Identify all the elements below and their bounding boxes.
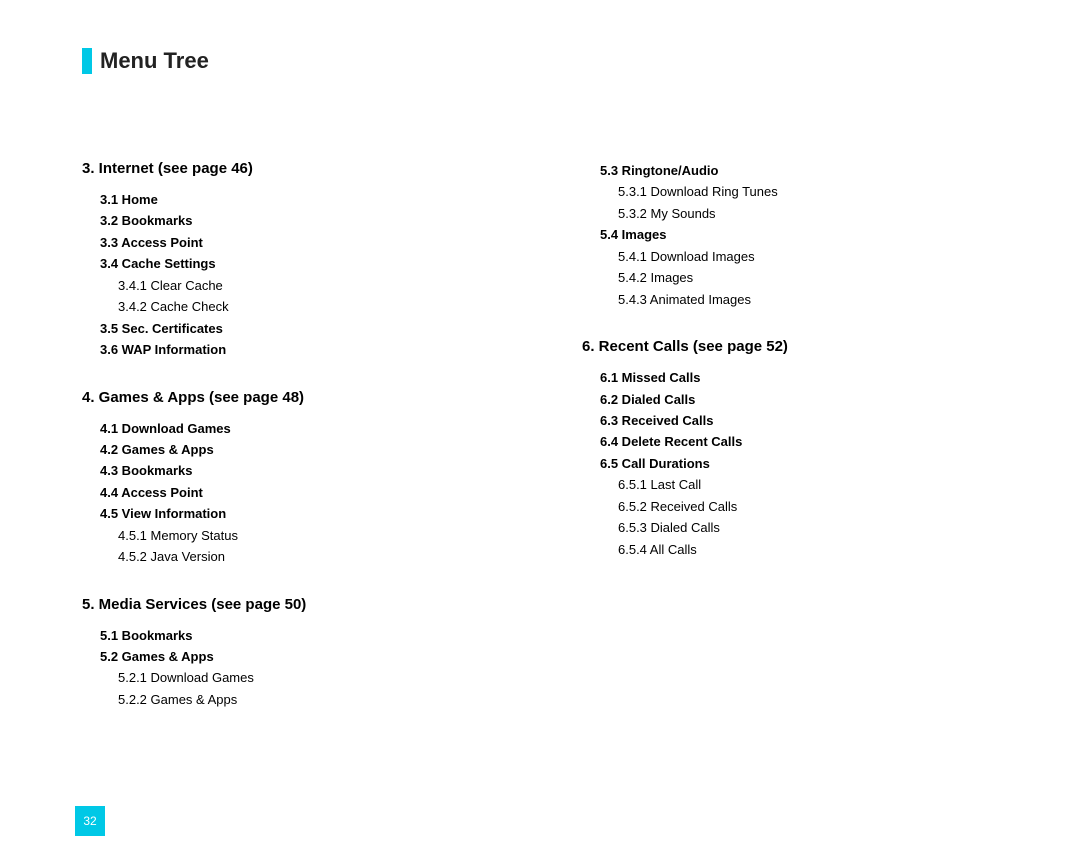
page-title-wrap: Menu Tree: [82, 48, 209, 74]
list-item: 4.5.2 Java Version: [118, 546, 582, 567]
list-item: 6.5 Call Durations: [600, 453, 1002, 474]
list-item: 4.4 Access Point: [100, 482, 582, 503]
list-item: 5.4.3 Animated Images: [618, 289, 1002, 310]
list-item: 3.4.2 Cache Check: [118, 296, 582, 317]
page-number: 32: [75, 806, 105, 836]
list-item: 5.3 Ringtone/Audio: [600, 160, 1002, 181]
list-item: 6.5.2 Received Calls: [618, 496, 1002, 517]
list-item: 4.2 Games & Apps: [100, 439, 582, 460]
page-title: Menu Tree: [100, 48, 209, 74]
list-item: 3.1 Home: [100, 189, 582, 210]
list-item: 3.4 Cache Settings: [100, 253, 582, 274]
section-4-list: 4.1 Download Games4.2 Games & Apps4.3 Bo…: [82, 418, 582, 568]
list-item: 5.2.1 Download Games: [118, 667, 582, 688]
list-item: 6.3 Received Calls: [600, 410, 1002, 431]
list-item: 3.3 Access Point: [100, 232, 582, 253]
list-item: 6.1 Missed Calls: [600, 367, 1002, 388]
section-5-head: 5. Media Services (see page 50): [82, 596, 582, 613]
section-4-head: 4. Games & Apps (see page 48): [82, 389, 582, 406]
list-item: 3.2 Bookmarks: [100, 210, 582, 231]
column-left: 3. Internet (see page 46) 3.1 Home3.2 Bo…: [82, 160, 582, 710]
list-item: 6.5.4 All Calls: [618, 539, 1002, 560]
list-item: 5.3.2 My Sounds: [618, 203, 1002, 224]
list-item: 5.4 Images: [600, 224, 1002, 245]
list-item: 4.1 Download Games: [100, 418, 582, 439]
list-item: 3.5 Sec. Certificates: [100, 318, 582, 339]
section-5-continued: 5.3 Ringtone/Audio5.3.1 Download Ring Tu…: [582, 160, 1002, 310]
section-3-head: 3. Internet (see page 46): [82, 160, 582, 177]
list-item: 6.2 Dialed Calls: [600, 389, 1002, 410]
list-item: 4.5 View Information: [100, 503, 582, 524]
list-item: 5.2.2 Games & Apps: [118, 689, 582, 710]
section-5-list: 5.1 Bookmarks5.2 Games & Apps5.2.1 Downl…: [82, 625, 582, 711]
list-item: 5.4.1 Download Images: [618, 246, 1002, 267]
list-item: 6.4 Delete Recent Calls: [600, 431, 1002, 452]
list-item: 5.2 Games & Apps: [100, 646, 582, 667]
section-6-head: 6. Recent Calls (see page 52): [582, 338, 1002, 355]
list-item: 5.1 Bookmarks: [100, 625, 582, 646]
list-item: 5.4.2 Images: [618, 267, 1002, 288]
list-item: 4.3 Bookmarks: [100, 460, 582, 481]
list-item: 3.6 WAP Information: [100, 339, 582, 360]
list-item: 5.3.1 Download Ring Tunes: [618, 181, 1002, 202]
list-item: 6.5.3 Dialed Calls: [618, 517, 1002, 538]
column-right: 5.3 Ringtone/Audio5.3.1 Download Ring Tu…: [582, 160, 1002, 710]
list-item: 6.5.1 Last Call: [618, 474, 1002, 495]
accent-bar: [82, 48, 92, 74]
list-item: 4.5.1 Memory Status: [118, 525, 582, 546]
section-3-list: 3.1 Home3.2 Bookmarks3.3 Access Point3.4…: [82, 189, 582, 361]
section-6-list: 6.1 Missed Calls6.2 Dialed Calls6.3 Rece…: [582, 367, 1002, 560]
list-item: 3.4.1 Clear Cache: [118, 275, 582, 296]
columns: 3. Internet (see page 46) 3.1 Home3.2 Bo…: [82, 160, 1020, 710]
